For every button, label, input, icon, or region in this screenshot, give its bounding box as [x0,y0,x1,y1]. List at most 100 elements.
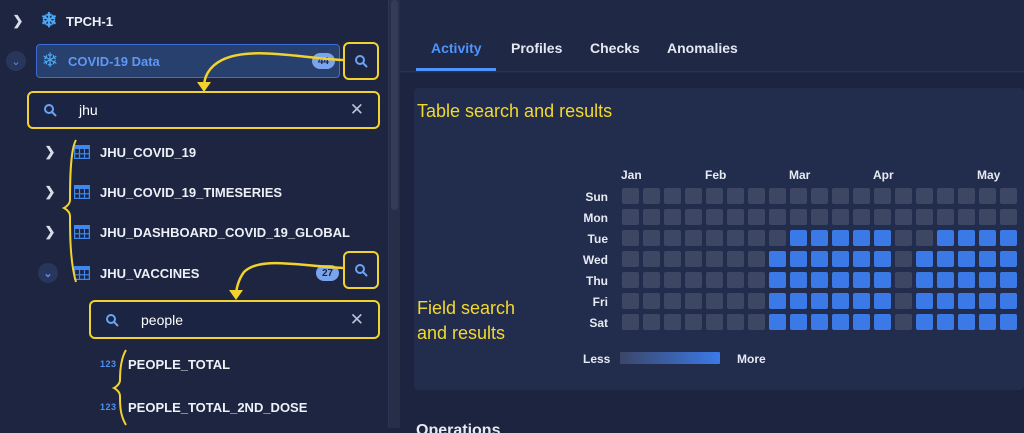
heatmap-cell[interactable] [1000,272,1017,288]
tree-item-table-expanded[interactable]: ⌄ JHU_VACCINES [38,262,199,284]
heatmap-cell[interactable] [1000,209,1017,225]
heatmap-cell[interactable] [1000,230,1017,246]
close-icon[interactable]: ✕ [350,310,364,330]
heatmap-cell[interactable] [811,272,828,288]
heatmap-cell[interactable] [769,314,786,330]
heatmap-cell[interactable] [769,230,786,246]
heatmap-cell[interactable] [748,293,765,309]
heatmap-cell[interactable] [958,209,975,225]
heatmap-cell[interactable] [685,251,702,267]
heatmap-cell[interactable] [643,209,660,225]
heatmap-cell[interactable] [727,230,744,246]
heatmap-cell[interactable] [937,230,954,246]
heatmap-cell[interactable] [790,251,807,267]
heatmap-cell[interactable] [979,251,996,267]
heatmap-cell[interactable] [832,251,849,267]
heatmap-cell[interactable] [874,188,891,204]
heatmap-cell[interactable] [979,314,996,330]
heatmap-cell[interactable] [811,230,828,246]
heatmap-cell[interactable] [748,272,765,288]
heatmap-cell[interactable] [916,293,933,309]
heatmap-cell[interactable] [853,188,870,204]
heatmap-cell[interactable] [853,272,870,288]
field-search-box[interactable]: people ✕ [89,300,380,339]
heatmap-cell[interactable] [706,293,723,309]
table-search-button[interactable] [343,42,379,80]
tab-checks[interactable]: Checks [590,40,640,56]
heatmap-cell[interactable] [769,209,786,225]
heatmap-cell[interactable] [811,293,828,309]
field-search-input[interactable]: people [141,312,350,328]
heatmap-cell[interactable] [622,251,639,267]
heatmap-cell[interactable] [1000,293,1017,309]
heatmap-cell[interactable] [790,272,807,288]
heatmap-cell[interactable] [790,209,807,225]
heatmap-cell[interactable] [979,272,996,288]
heatmap-cell[interactable] [874,293,891,309]
heatmap-cell[interactable] [748,230,765,246]
heatmap-cell[interactable] [622,188,639,204]
heatmap-cell[interactable] [643,314,660,330]
heatmap-cell[interactable] [874,314,891,330]
heatmap-cell[interactable] [832,230,849,246]
heatmap-cell[interactable] [769,293,786,309]
tree-item-covid-data[interactable]: ❄ COVID-19 Data 44 [36,44,340,78]
chevron-down-icon[interactable]: ⌄ [38,263,58,283]
heatmap-cell[interactable] [874,251,891,267]
heatmap-cell[interactable] [874,230,891,246]
heatmap-cell[interactable] [853,293,870,309]
sidebar-scrollbar[interactable] [388,0,400,428]
chevron-down-icon[interactable]: ⌄ [6,51,26,71]
heatmap-cell[interactable] [895,272,912,288]
heatmap-cell[interactable] [853,209,870,225]
heatmap-cell[interactable] [832,209,849,225]
heatmap-cell[interactable] [916,251,933,267]
heatmap-cell[interactable] [643,188,660,204]
heatmap-cell[interactable] [706,209,723,225]
heatmap-cell[interactable] [622,293,639,309]
heatmap-cell[interactable] [874,272,891,288]
close-icon[interactable]: ✕ [350,100,364,120]
heatmap-cell[interactable] [958,314,975,330]
heatmap-cell[interactable] [706,230,723,246]
heatmap-cell[interactable] [643,251,660,267]
heatmap-cell[interactable] [895,188,912,204]
heatmap-cell[interactable] [664,314,681,330]
heatmap-cell[interactable] [811,209,828,225]
heatmap-cell[interactable] [664,230,681,246]
heatmap-cell[interactable] [664,293,681,309]
heatmap-cell[interactable] [664,188,681,204]
heatmap-cell[interactable] [937,293,954,309]
tree-item-table[interactable]: ❯ JHU_DASHBOARD_COVID_19_GLOBAL [42,222,350,242]
heatmap-cell[interactable] [643,293,660,309]
heatmap-cell[interactable] [979,230,996,246]
tab-profiles[interactable]: Profiles [511,40,562,56]
heatmap-cell[interactable] [916,272,933,288]
heatmap-cell[interactable] [685,230,702,246]
heatmap-cell[interactable] [979,293,996,309]
chevron-right-icon[interactable]: ❯ [42,184,58,200]
heatmap-cell[interactable] [937,188,954,204]
heatmap-cell[interactable] [874,209,891,225]
heatmap-cell[interactable] [622,209,639,225]
tree-item-tpch[interactable]: ❯ ❄ TPCH-1 [10,10,113,32]
heatmap-cell[interactable] [727,188,744,204]
heatmap-cell[interactable] [895,251,912,267]
heatmap-cell[interactable] [664,272,681,288]
heatmap-cell[interactable] [790,314,807,330]
heatmap-cell[interactable] [664,209,681,225]
heatmap-cell[interactable] [1000,188,1017,204]
tab-activity[interactable]: Activity [431,40,482,56]
heatmap-cell[interactable] [748,209,765,225]
heatmap-cell[interactable] [727,314,744,330]
heatmap-cell[interactable] [643,272,660,288]
heatmap-cell[interactable] [916,230,933,246]
tree-item-field[interactable]: 123 PEOPLE_TOTAL_2ND_DOSE [100,397,307,417]
heatmap-cell[interactable] [958,251,975,267]
heatmap-cell[interactable] [748,251,765,267]
heatmap-cell[interactable] [664,251,681,267]
heatmap-cell[interactable] [958,272,975,288]
tree-item-table[interactable]: ❯ JHU_COVID_19 [42,142,197,162]
heatmap-cell[interactable] [769,188,786,204]
heatmap-cell[interactable] [853,230,870,246]
